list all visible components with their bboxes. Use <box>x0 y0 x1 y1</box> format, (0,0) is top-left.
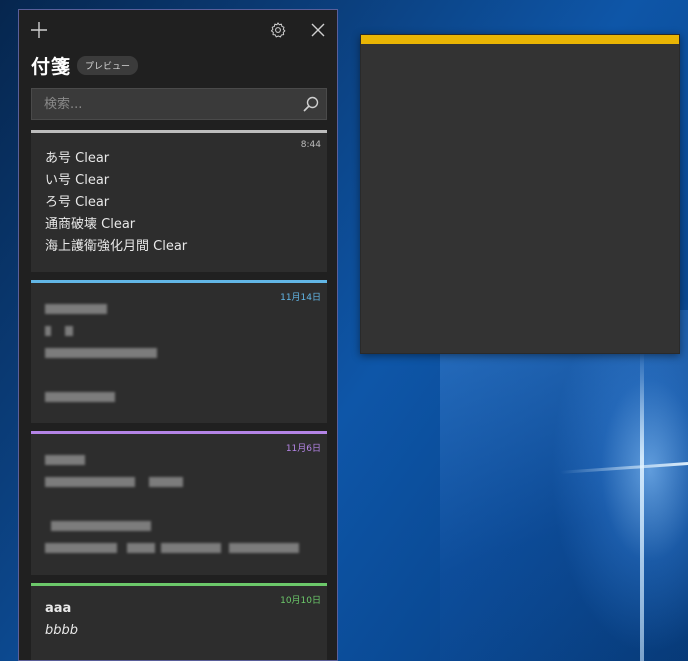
note-card[interactable]: 10月10日 aaa bbbb <box>31 583 327 660</box>
settings-button[interactable] <box>266 18 290 42</box>
redacted-line <box>45 320 313 342</box>
search-input[interactable] <box>32 89 292 119</box>
gear-icon <box>270 22 286 38</box>
plus-icon <box>31 22 47 38</box>
redacted-note-content <box>31 434 327 569</box>
preview-badge: プレビュー <box>77 56 139 75</box>
redacted-line <box>45 364 313 386</box>
redacted-line <box>45 493 313 515</box>
redacted-line <box>45 515 313 537</box>
redacted-line <box>45 471 313 493</box>
search-icon[interactable] <box>302 95 320 113</box>
redacted-line <box>45 342 313 364</box>
note-line: 海上護衛強化月間 Clear <box>45 239 188 254</box>
add-note-button[interactable] <box>27 18 51 42</box>
note-line: ろ号 Clear <box>45 195 110 210</box>
wallpaper-glow <box>440 310 688 661</box>
note-card[interactable]: 11月6日 <box>31 431 327 575</box>
note-timestamp: 8:44 <box>300 140 321 150</box>
redacted-line <box>45 298 313 320</box>
close-button[interactable] <box>306 18 330 42</box>
wallpaper-light-beam <box>640 350 644 661</box>
sticky-notes-list-window: 付箋 プレビュー 8:44 あ号 Clear い号 Clear ろ号 Clear… <box>18 9 338 661</box>
redacted-note-content <box>31 283 327 418</box>
search-box <box>31 88 327 120</box>
redacted-line <box>45 386 313 408</box>
note-line: い号 Clear <box>45 173 110 188</box>
note-line: bbbb <box>45 623 79 638</box>
note-line: aaa <box>45 601 72 616</box>
page-title: 付箋 <box>31 56 72 78</box>
redacted-line <box>45 537 313 559</box>
header: 付箋 プレビュー <box>31 52 139 79</box>
note-line: 通商破壊 Clear <box>45 217 136 232</box>
note-card[interactable]: 11月14日 <box>31 280 327 423</box>
sticky-note-color-bar[interactable] <box>361 35 679 44</box>
sticky-note-window <box>360 34 680 354</box>
redacted-line <box>45 449 313 471</box>
title-bar <box>19 10 337 50</box>
note-timestamp: 10月10日 <box>280 596 321 606</box>
notes-list: 8:44 あ号 Clear い号 Clear ろ号 Clear 通商破壊 Cle… <box>31 130 327 660</box>
note-card[interactable]: 8:44 あ号 Clear い号 Clear ろ号 Clear 通商破壊 Cle… <box>31 130 327 272</box>
note-content: あ号 Clear い号 Clear ろ号 Clear 通商破壊 Clear 海上… <box>31 133 327 268</box>
close-icon <box>311 23 325 37</box>
sticky-note-body[interactable] <box>361 44 679 353</box>
note-line: あ号 Clear <box>45 151 110 166</box>
